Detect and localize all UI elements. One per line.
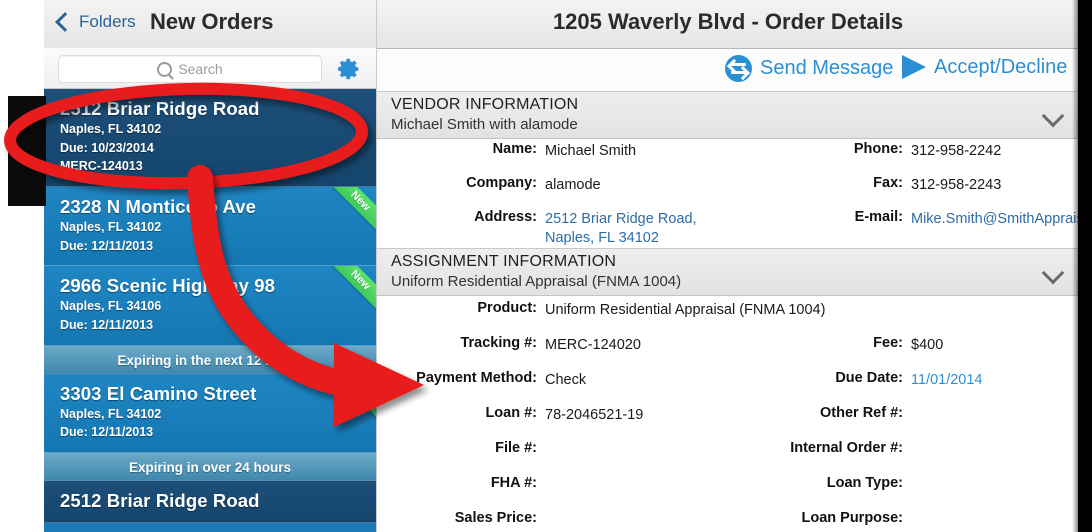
order-city: Naples, FL 34102 [60, 121, 162, 136]
chevron-down-icon[interactable] [1041, 104, 1065, 128]
field-value: 312-958-2242 [911, 143, 1002, 159]
assignment-section-subtitle: Uniform Residential Appraisal (FNMA 1004… [391, 273, 682, 290]
due-date-link[interactable]: 11/01/2014 [911, 371, 1078, 390]
field-label: Company: [466, 175, 537, 191]
field-label: Fax: [873, 175, 903, 191]
device-bezel-left [8, 96, 46, 206]
section-separator-24h: Expiring in over 24 hours [44, 453, 376, 482]
sidebar-title: New Orders [150, 9, 274, 34]
order-city: Naples, FL 34102 [60, 406, 162, 421]
vendor-fields: Name: Michael Smith Phone: 312-958-2242 … [377, 138, 1078, 248]
field-label: Loan Purpose: [801, 510, 903, 526]
field-label: Sales Price: [454, 510, 537, 526]
field-row: Tracking #: MERC-124020 Fee: $400 [377, 332, 1078, 367]
field-row: Sales Price: Loan Purpose: [377, 507, 1078, 532]
field-value: $400 [911, 337, 944, 353]
order-city: Naples, FL 34102 [60, 219, 162, 234]
order-list-item[interactable]: New 2966 Scenic Highway 98 Naples, FL 34… [44, 266, 376, 346]
search-placeholder-wrap: Search [59, 56, 321, 82]
vendor-email-link[interactable]: Mike.Smith@SmithAppraisal.biz [911, 210, 1078, 229]
field-label: E-mail: [854, 209, 903, 225]
details-action-bar: Send Message Accept/Decline [377, 49, 1078, 92]
order-list-item[interactable]: 2512 Briar Ridge Road [44, 481, 376, 523]
order-due: Due: 12/11/2013 [60, 238, 154, 253]
order-due: Due: 12/11/2013 [60, 425, 154, 440]
assignment-section-title: ASSIGNMENT INFORMATION [391, 253, 617, 270]
order-list-item[interactable]: New 2328 N Monticello Ave Naples, FL 341… [44, 187, 376, 267]
field-label: Fee: [873, 335, 903, 351]
order-list-item[interactable]: 2512 Briar Ridge Road Naples, FL 34102 D… [44, 89, 376, 188]
field-label: Address: [474, 209, 537, 225]
screenshot-root: Folders New Orders Search 2512 Briar Rid… [0, 0, 1092, 532]
field-label: Loan #: [485, 405, 537, 421]
field-row: Address: 2512 Briar Ridge Road, Naples, … [377, 206, 1078, 248]
field-row: FHA #: Loan Type: [377, 472, 1078, 507]
play-arrow-icon [902, 55, 926, 79]
order-city: Naples, FL 34106 [60, 299, 162, 314]
gear-icon[interactable] [336, 56, 362, 82]
order-address: 2966 Scenic Highway 98 [60, 275, 276, 297]
field-row: Payment Method: Check Due Date: 11/01/20… [377, 367, 1078, 402]
field-row: File #: Internal Order #: [377, 437, 1078, 472]
field-label: File #: [495, 440, 537, 456]
back-to-folders-button[interactable]: Folders [55, 12, 136, 32]
send-message-icon [725, 55, 752, 82]
order-due: Due: 10/23/2014 [60, 140, 154, 155]
field-row: Loan #: 78-2046521-19 Other Ref #: [377, 402, 1078, 437]
field-row: Company: alamode Fax: 312-958-2243 [377, 172, 1078, 206]
order-address: 2512 Briar Ridge Road [60, 98, 260, 119]
send-message-label: Send Message [760, 57, 894, 79]
field-label: Name: [492, 141, 537, 157]
field-label: FHA #: [490, 475, 537, 491]
arrow-left-head-icon [726, 58, 742, 74]
vendor-section-title: VENDOR INFORMATION [391, 96, 579, 113]
field-label: Due Date: [835, 370, 903, 386]
order-ref: MERC-124013 [60, 159, 143, 174]
field-label: Tracking #: [460, 335, 537, 351]
send-message-button[interactable]: Send Message [725, 55, 893, 82]
search-input[interactable]: Search [58, 55, 322, 83]
details-navbar: 1205 Waverly Blvd - Order Details [377, 0, 1078, 49]
order-list-item[interactable]: New 3303 El Camino Street Naples, FL 341… [44, 373, 376, 454]
order-address: 3303 El Camino Street [60, 382, 257, 404]
order-address: 2328 N Monticello Ave [60, 196, 257, 218]
device-bezel-right [1078, 0, 1092, 532]
field-label: Phone: [853, 141, 903, 157]
section-separator-12h: Expiring in the next 12 hours [44, 345, 376, 374]
order-details-pane: 1205 Waverly Blvd - Order Details Send M… [376, 0, 1078, 532]
field-value: 312-958-2243 [911, 177, 1002, 193]
accept-decline-button[interactable]: Accept/Decline [902, 55, 1067, 79]
field-label: Internal Order #: [790, 440, 903, 456]
page-title: 1205 Waverly Blvd - Order Details [552, 9, 904, 34]
search-icon [157, 61, 173, 77]
field-label: Other Ref #: [820, 405, 903, 421]
field-row: Product: Uniform Residential Appraisal (… [377, 297, 1078, 332]
vendor-section-subtitle: Michael Smith with alamode [391, 116, 578, 133]
assignment-section-header[interactable]: ASSIGNMENT INFORMATION Uniform Residenti… [377, 248, 1078, 296]
back-button-label: Folders [79, 12, 136, 31]
sidebar-navbar: Folders New Orders [44, 0, 376, 49]
order-due: Due: 12/11/2013 [60, 317, 154, 332]
app-window: Folders New Orders Search 2512 Briar Rid… [44, 0, 1078, 532]
order-address: 2512 Briar Ridge Road [60, 490, 260, 512]
chevron-left-icon [55, 12, 75, 32]
orders-list[interactable]: 2512 Briar Ridge Road Naples, FL 34102 D… [44, 89, 376, 532]
accept-decline-label: Accept/Decline [934, 55, 1068, 78]
field-label: Product: [477, 300, 537, 316]
field-row: Name: Michael Smith Phone: 312-958-2242 [377, 138, 1078, 172]
assignment-fields: Product: Uniform Residential Appraisal (… [377, 297, 1078, 532]
sidebar-search-bar: Search [44, 48, 376, 89]
field-label: Loan Type: [826, 475, 903, 491]
search-placeholder: Search [178, 61, 223, 77]
field-label: Payment Method: [416, 370, 537, 386]
vendor-section-header[interactable]: VENDOR INFORMATION Michael Smith with al… [377, 91, 1078, 139]
field-value: Uniform Residential Appraisal (FNMA 1004… [545, 302, 826, 318]
orders-sidebar: Folders New Orders Search 2512 Briar Rid… [44, 0, 376, 532]
chevron-down-icon[interactable] [1041, 261, 1065, 285]
